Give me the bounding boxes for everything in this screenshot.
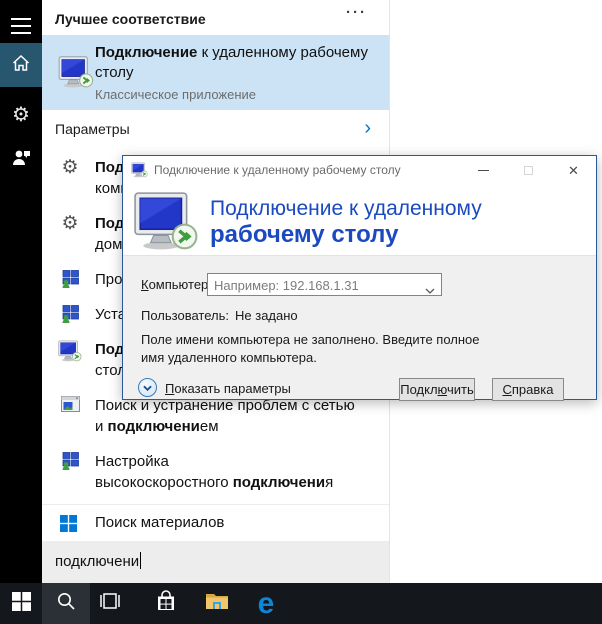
file-explorer-button[interactable]	[195, 583, 239, 624]
search-input-value: подключени	[55, 553, 139, 570]
gear-icon: ⚙	[58, 214, 82, 236]
search-materials-label: Поиск материалов	[95, 514, 224, 531]
best-match-subtitle: Классическое приложение	[95, 85, 383, 105]
best-match-title: Подключение к удаленному рабочему столу …	[95, 43, 383, 105]
start-button[interactable]	[0, 583, 42, 624]
help-button[interactable]: Справка	[492, 378, 564, 401]
troubleshoot-icon	[58, 396, 82, 418]
sidebar-item-home[interactable]	[0, 43, 42, 87]
task-view-button[interactable]	[88, 583, 132, 624]
search-input[interactable]: подключени	[42, 541, 389, 583]
windows-icon	[60, 515, 77, 537]
search-materials-item[interactable]: Поиск материалов	[42, 504, 389, 541]
desktop: ⚙ Лучшее соответствие ··· Подключение к …	[0, 0, 602, 624]
rdp-icon	[58, 55, 94, 89]
taskbar: e	[0, 583, 602, 624]
store-icon	[155, 590, 177, 617]
edge-icon: e	[258, 589, 275, 619]
network-icon	[58, 270, 82, 292]
computer-label: Компьютер:	[141, 277, 212, 292]
taskbar-search-button[interactable]	[42, 583, 90, 624]
search-result-label: Поиск и устранение проблем с сетьюи подк…	[95, 395, 389, 437]
rdp-icon	[131, 162, 148, 178]
network-icon	[58, 452, 82, 474]
rdp-icon	[58, 340, 82, 362]
rdp-icon-large	[133, 191, 199, 251]
user-value: Не задано	[235, 308, 298, 323]
minimize-button[interactable]	[461, 156, 506, 185]
dialog-body: Компьютер: Например: 192.168.1.31 Пользо…	[123, 256, 596, 399]
network-icon	[58, 305, 82, 327]
task-view-icon	[98, 591, 122, 616]
dialog-title: Подключение к удаленному рабочему столу	[154, 163, 401, 177]
computer-placeholder: Например: 192.168.1.31	[214, 278, 359, 293]
best-match-header: Лучшее соответствие	[55, 11, 206, 27]
text-caret	[140, 552, 141, 569]
banner-title-line1: Подключение к удаленному	[210, 197, 482, 221]
gear-icon: ⚙	[58, 158, 82, 180]
search-result-label: Настройкавысокоскоростного подключения	[95, 451, 389, 493]
hamburger-menu-button[interactable]	[0, 10, 42, 42]
search-result-item[interactable]: Настройкавысокоскоростного подключения	[42, 444, 389, 500]
close-button[interactable]: ✕	[551, 156, 596, 185]
folder-icon	[205, 591, 229, 616]
gear-icon: ⚙	[12, 102, 30, 127]
more-options-button[interactable]: ···	[346, 4, 367, 21]
computer-combobox[interactable]: Например: 192.168.1.31	[207, 273, 442, 296]
show-options-link[interactable]: Показать параметры	[165, 381, 291, 396]
chevron-right-icon: ›	[364, 117, 371, 140]
warning-line1: Поле имени компьютера не заполнено. Введ…	[141, 332, 480, 347]
dialog-banner: Подключение к удаленному рабочему столу	[123, 185, 596, 256]
store-button[interactable]	[144, 583, 188, 624]
edge-button[interactable]: e	[243, 583, 289, 624]
settings-section-row[interactable]: Параметры ›	[42, 110, 389, 150]
start-sidebar: ⚙	[0, 0, 42, 583]
settings-section-label: Параметры	[55, 121, 130, 137]
best-match-item[interactable]: Подключение к удаленному рабочему столу …	[42, 35, 389, 110]
connect-button[interactable]: Подключить	[399, 378, 475, 401]
search-icon	[55, 590, 77, 617]
sidebar-item-feedback[interactable]	[0, 141, 42, 177]
chevron-down-icon	[425, 282, 435, 297]
sidebar-item-settings[interactable]: ⚙	[0, 96, 42, 132]
rdp-dialog: Подключение к удаленному рабочему столу …	[122, 155, 597, 400]
person-feedback-icon	[11, 147, 31, 172]
banner-title-line2: рабочему столу	[210, 221, 398, 249]
warning-line2: имя удаленного компьютера.	[141, 350, 317, 365]
show-options-expander[interactable]	[138, 378, 157, 397]
maximize-button[interactable]	[506, 156, 551, 185]
dialog-titlebar[interactable]: Подключение к удаленному рабочему столу …	[123, 156, 596, 185]
windows-start-icon	[12, 592, 31, 616]
home-icon	[11, 53, 31, 78]
user-label: Пользователь:	[141, 308, 229, 323]
